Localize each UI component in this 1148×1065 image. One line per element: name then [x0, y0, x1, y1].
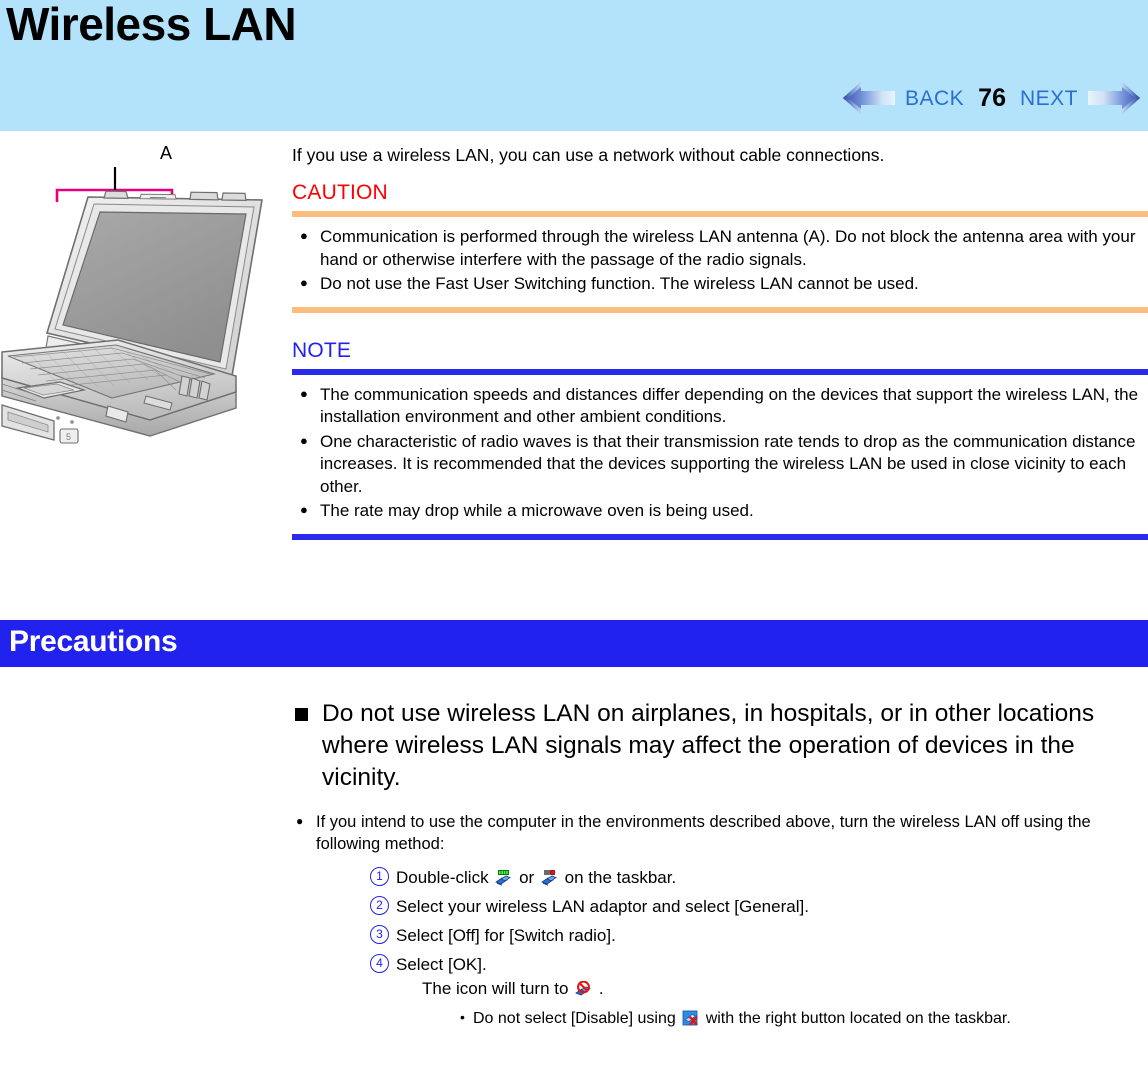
step-4-substep: The icon will turn to . — [422, 978, 1148, 1000]
wireless-network-connected-icon — [495, 870, 512, 886]
step-item-3: 3 Select [Off] for [Switch radio]. — [370, 925, 1148, 947]
caution-item: Communication is performed through the w… — [292, 225, 1148, 271]
callout-label-a: A — [160, 143, 173, 163]
precautions-content: Do not use wireless LAN on airplanes, in… — [292, 698, 1148, 1036]
precautions-section-bar: Precautions — [0, 620, 1148, 667]
step-number-4: 4 — [370, 954, 389, 973]
page-title: Wireless LAN — [6, 0, 297, 50]
step-4-substep-text-after: . — [598, 979, 604, 998]
step-1-text-before: Double-click — [396, 868, 489, 887]
step-1-text-after: on the taskbar. — [564, 868, 677, 887]
caution-heading: CAUTION — [292, 181, 388, 204]
intro-text: If you use a wireless LAN, you can use a… — [292, 145, 885, 165]
caution-list: Communication is performed through the w… — [292, 217, 1148, 307]
note-heading: NOTE — [292, 338, 352, 362]
svg-text:5: 5 — [66, 432, 71, 442]
precautions-heading: Do not use wireless LAN on airplanes, in… — [292, 698, 1148, 794]
back-label[interactable]: BACK — [897, 88, 972, 109]
step-2-text: Select your wireless LAN adaptor and sel… — [396, 897, 809, 916]
step-number-1: 1 — [370, 867, 389, 886]
step-4-text: Select [OK]. — [396, 955, 487, 974]
next-arrow-icon[interactable] — [1086, 78, 1142, 118]
step-4-sub-bullet: Do not select [Disable] using wit — [458, 1007, 1148, 1029]
page-navigation: BACK 76 NEXT — [841, 76, 1142, 120]
precautions-steps: 1 Double-click or on the taskbar. 2 Sele… — [292, 867, 1148, 1029]
main-content: If you use a wireless LAN, you can use a… — [292, 143, 1148, 540]
step-4-substep-text-before: The icon will turn to — [422, 979, 569, 998]
step-3-text: Select [Off] for [Switch radio]. — [396, 926, 616, 945]
note-rule-bottom — [292, 533, 1148, 540]
back-arrow-icon[interactable] — [841, 78, 897, 118]
precautions-bullet-list: If you intend to use the computer in the… — [292, 811, 1148, 855]
step-item-4: 4 Select [OK]. The icon will turn to . D… — [370, 954, 1148, 1029]
precautions-bullet: If you intend to use the computer in the… — [292, 811, 1148, 855]
step-item-1: 1 Double-click or on the taskbar. — [370, 867, 1148, 889]
page-number: 76 — [978, 83, 1006, 112]
next-label[interactable]: NEXT — [1012, 88, 1086, 109]
sub-bullet-text-after: with the right button located on the tas… — [705, 1010, 1011, 1027]
wireless-network-radio-off-icon — [575, 981, 592, 997]
note-list: The communication speeds and distances d… — [292, 375, 1148, 534]
note-item: The communication speeds and distances d… — [292, 383, 1148, 429]
step-item-2: 2 Select your wireless LAN adaptor and s… — [370, 896, 1148, 918]
wireless-network-disconnected-icon — [541, 870, 558, 886]
caution-item: Do not use the Fast User Switching funct… — [292, 272, 1148, 296]
note-item: One characteristic of radio waves is tha… — [292, 430, 1148, 499]
note-item: The rate may drop while a microwave oven… — [292, 499, 1148, 523]
step-1-text-middle: or — [519, 868, 535, 887]
network-adapter-disabled-icon — [682, 1010, 699, 1026]
precautions-title: Precautions — [9, 625, 178, 658]
header-band: Wireless LAN BACK 76 NEXT — [0, 0, 1148, 131]
sub-bullet-text-before: Do not select [Disable] using — [473, 1010, 676, 1027]
step-number-2: 2 — [370, 896, 389, 915]
laptop-illustration: 5 — [0, 140, 290, 490]
step-number-3: 3 — [370, 925, 389, 944]
step-4-sub-bullets: Do not select [Disable] using wit — [458, 1007, 1148, 1029]
